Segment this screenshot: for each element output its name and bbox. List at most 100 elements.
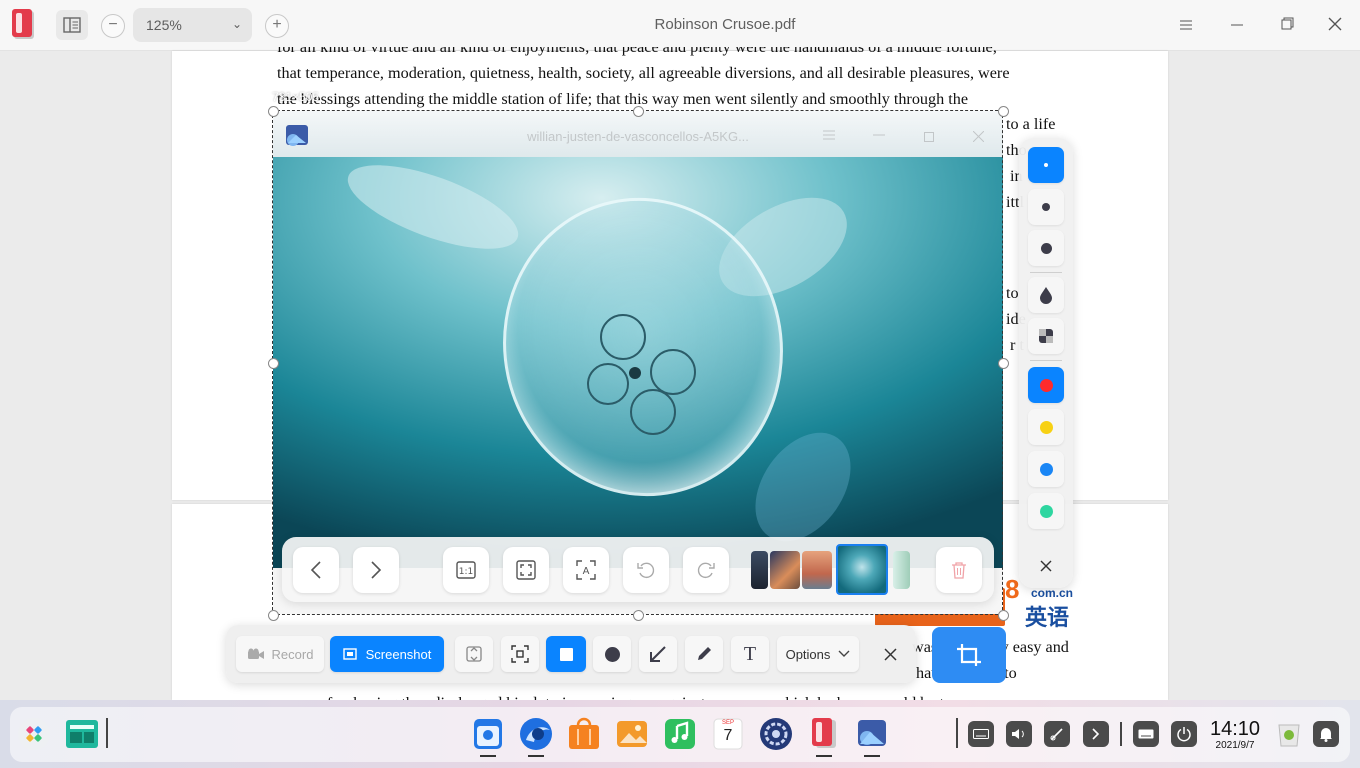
minimize-button[interactable] — [1226, 14, 1248, 36]
exit-screenshot-button[interactable] — [871, 636, 909, 672]
page-text-fragment: to a life — [1006, 115, 1056, 133]
dock-image-viewer[interactable] — [614, 716, 650, 752]
screenshot-icon — [342, 648, 357, 660]
resize-handle-ne[interactable] — [998, 106, 1009, 117]
screenshot-label: Screenshot — [365, 646, 432, 662]
trash-tray-button[interactable] — [1276, 720, 1302, 748]
pencil-icon — [698, 647, 711, 660]
clock[interactable]: 14:10 2021/9/7 — [1206, 718, 1264, 751]
ocr-capture-button[interactable] — [501, 636, 539, 672]
running-indicator — [528, 755, 544, 757]
arrow-tool-button[interactable] — [639, 636, 677, 672]
dock-divider — [1120, 722, 1122, 746]
capture-selection[interactable] — [272, 110, 1003, 615]
resize-handle-n[interactable] — [633, 106, 644, 117]
thickness-medium-button[interactable] — [1028, 189, 1064, 225]
trash-bin-icon — [1278, 724, 1300, 747]
page-text-line: the blessings attending the middle stati… — [277, 90, 969, 108]
launcher-button[interactable] — [16, 716, 52, 752]
close-button[interactable] — [1324, 14, 1346, 36]
photos-icon — [617, 721, 647, 747]
launcher-icon — [18, 718, 50, 750]
thickness-small-button[interactable] — [1028, 147, 1064, 183]
record-label: Record — [271, 646, 314, 662]
dock-divider — [956, 718, 958, 748]
resize-handle-se[interactable] — [998, 610, 1009, 621]
rectangle-icon — [559, 647, 573, 661]
pen-tool-button[interactable] — [685, 636, 723, 672]
dock-app-center[interactable] — [566, 716, 602, 752]
power-button[interactable] — [1171, 721, 1197, 747]
drop-icon — [1040, 287, 1052, 304]
selection-size-label: 731×505 — [272, 90, 320, 104]
resize-handle-e[interactable] — [998, 358, 1009, 369]
screenshot-tray-button[interactable] — [1044, 721, 1070, 747]
text-t-icon: T — [743, 642, 757, 665]
scroll-screenshot-button[interactable] — [455, 636, 493, 672]
dock-calendar[interactable]: SEP 7 — [710, 716, 746, 752]
keyboard-icon — [973, 729, 989, 739]
options-label: Options — [785, 646, 831, 662]
document-viewer-icon — [812, 718, 836, 748]
maximize-button[interactable] — [1276, 14, 1298, 36]
multitask-icon — [66, 720, 98, 748]
dock-document-viewer[interactable] — [806, 716, 842, 752]
resize-handle-s[interactable] — [633, 610, 644, 621]
color-swatch-red — [1039, 378, 1053, 392]
running-indicator — [864, 755, 880, 757]
calendar-day: 7 — [723, 727, 733, 744]
dock-app-store[interactable] — [470, 716, 506, 752]
running-indicator — [480, 755, 496, 757]
notification-button[interactable] — [1313, 721, 1339, 747]
palette-separator — [1030, 360, 1062, 361]
chevron-down-icon — [838, 650, 850, 657]
resize-handle-w[interactable] — [268, 358, 279, 369]
page-text-fragment: to — [1006, 284, 1019, 302]
settings-gear-icon — [760, 718, 792, 750]
banner-domain: com.cn — [1031, 586, 1074, 600]
dot-small-icon — [1044, 163, 1048, 167]
volume-tray-button[interactable] — [1006, 721, 1032, 747]
expand-tray-button[interactable] — [1083, 721, 1109, 747]
record-button[interactable]: Record — [236, 636, 324, 672]
window-title: Robinson Crusoe.pdf — [654, 16, 796, 33]
dot-large-icon — [1040, 242, 1052, 254]
ellipse-icon — [604, 646, 620, 662]
dock-divider — [106, 718, 108, 748]
running-indicator — [816, 755, 832, 757]
onscreen-keyboard-button[interactable] — [1133, 721, 1159, 747]
resize-handle-nw[interactable] — [268, 106, 279, 117]
menu-icon[interactable] — [1175, 14, 1197, 36]
multitask-view-button[interactable] — [64, 716, 100, 752]
dot-medium-icon — [1042, 203, 1050, 211]
power-icon — [1177, 727, 1191, 742]
keyboard-tray-button[interactable] — [968, 721, 994, 747]
screenshot-mode-button[interactable]: Screenshot — [330, 636, 444, 672]
rectangle-tool-button[interactable] — [546, 636, 586, 672]
resize-handle-sw[interactable] — [268, 610, 279, 621]
close-icon — [883, 647, 897, 661]
color-yellow-button[interactable] — [1028, 409, 1064, 445]
save-capture-button[interactable] — [932, 627, 1006, 683]
palette-close-button[interactable] — [1028, 548, 1064, 584]
dock-music[interactable] — [662, 716, 698, 752]
color-red-button[interactable] — [1028, 367, 1064, 403]
dock-browser[interactable] — [518, 716, 554, 752]
blur-button[interactable] — [1028, 277, 1064, 313]
dock-image-viewer-2[interactable] — [854, 716, 890, 752]
speaker-icon — [1012, 729, 1024, 739]
options-dropdown[interactable]: Options — [777, 636, 859, 672]
text-tool-button[interactable]: T — [731, 636, 769, 672]
color-blue-button[interactable] — [1028, 451, 1064, 487]
page-text-line: answer for, having thus discharged his d… — [277, 690, 1077, 700]
dock-settings[interactable] — [758, 716, 794, 752]
calendar-month: SEP — [721, 720, 734, 726]
page-text-line: that temperance, moderation, quietness, … — [277, 64, 1010, 82]
mosaic-button[interactable] — [1028, 318, 1064, 354]
palette-separator — [1030, 272, 1062, 273]
thickness-large-button[interactable] — [1028, 230, 1064, 266]
color-green-button[interactable] — [1028, 493, 1064, 529]
ocr-icon — [511, 645, 529, 663]
ellipse-tool-button[interactable] — [593, 636, 631, 672]
chevron-right-icon — [1092, 728, 1100, 740]
